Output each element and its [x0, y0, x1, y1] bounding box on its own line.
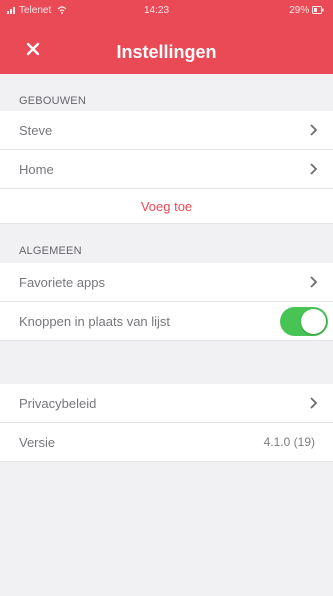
section-header-gebouwen: GEBOUWEN — [19, 95, 86, 107]
chevron-right-icon — [310, 163, 318, 175]
toggle-knob — [301, 309, 326, 334]
favorite-apps-label: Favoriete apps — [19, 275, 105, 290]
version-label: Versie — [19, 435, 56, 450]
signal-icon — [7, 7, 15, 14]
privacy-policy-item[interactable]: Privacybeleid — [0, 384, 333, 423]
carrier-label: Telenet — [19, 5, 52, 16]
building-item-home[interactable]: Home — [0, 150, 333, 189]
building-label: Home — [19, 162, 54, 177]
chevron-right-icon — [310, 397, 318, 409]
section-header-algemeen: ALGEMEEN — [19, 245, 82, 257]
chevron-right-icon — [310, 276, 318, 288]
building-label: Steve — [19, 123, 53, 138]
status-time: 14:23 — [144, 5, 170, 16]
favorite-apps-item[interactable]: Favoriete apps — [0, 263, 333, 302]
chevron-right-icon — [310, 124, 318, 136]
privacy-policy-label: Privacybeleid — [19, 396, 97, 411]
version-item: Versie 4.1.0 (19) — [0, 423, 333, 462]
header: Telenet 14:23 29% Instellingen — [0, 0, 333, 74]
buttons-instead-of-list-label: Knoppen in plaats van lijst — [19, 314, 171, 329]
status-bar: Telenet 14:23 29% — [0, 0, 333, 22]
battery-icon — [312, 6, 324, 14]
carrier: Telenet — [7, 5, 69, 16]
version-value: 4.1.0 (19) — [263, 435, 315, 449]
page-title: Instellingen — [116, 42, 217, 62]
wifi-icon — [57, 6, 67, 14]
battery-label: 29% — [289, 5, 310, 16]
buttons-toggle[interactable] — [280, 307, 328, 336]
building-item-steve[interactable]: Steve — [0, 111, 333, 150]
battery-indicator: 29% — [289, 5, 324, 16]
buttons-instead-of-list-item: Knoppen in plaats van lijst — [0, 302, 333, 341]
add-building-button[interactable]: Voeg toe — [0, 189, 333, 224]
